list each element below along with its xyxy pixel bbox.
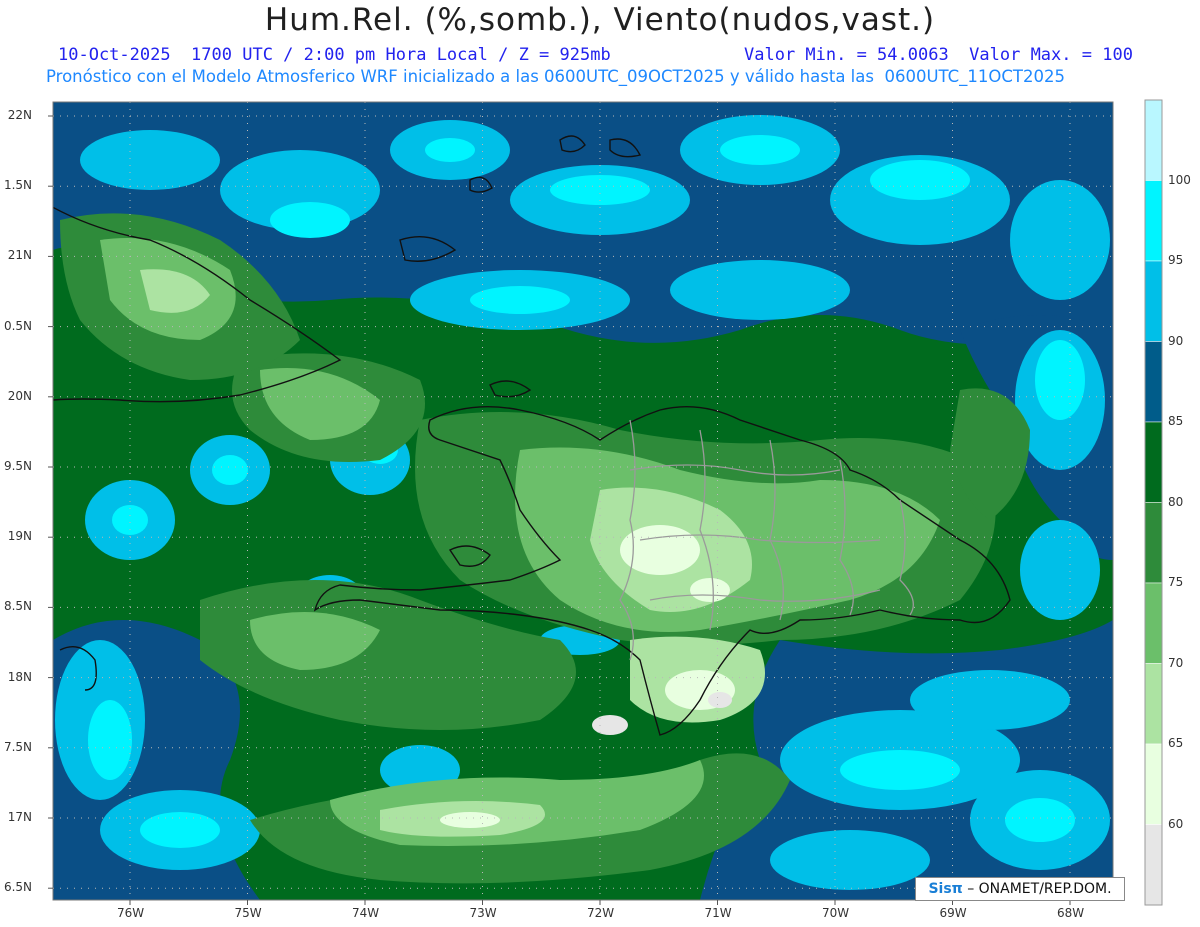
colorbar-segment <box>1144 582 1163 664</box>
valid-time-line: 10-Oct-2025 1700 UTC / 2:00 pm Hora Loca… <box>58 45 611 65</box>
latitude-label: 8.5N <box>3 599 32 614</box>
longitude-label: 68W <box>1057 906 1085 920</box>
latitude-label: 1.5N <box>3 178 32 193</box>
longitude-label: 75W <box>234 906 262 920</box>
map-title: Hum.Rel. (%,somb.), Viento(nudos,vast.) <box>264 2 936 38</box>
latitude-label: 21N <box>7 248 32 263</box>
colorbar-label: 100 <box>1168 172 1191 187</box>
colorbar-segment <box>1144 341 1163 423</box>
colorbar-label: 65 <box>1168 736 1184 750</box>
colorbar-segment <box>1144 260 1163 342</box>
latitude-label: 0.5N <box>3 318 32 333</box>
longitude-label: 70W <box>822 906 850 920</box>
colorbar-segment <box>1144 824 1163 906</box>
model-init-line: Pronóstico con el Modelo Atmosferico WRF… <box>46 67 1065 86</box>
colorbar-segment <box>1144 663 1163 745</box>
latitude-label: 9.5N <box>3 459 32 473</box>
colorbar-segment <box>1144 421 1163 503</box>
colorbar-label: 75 <box>1168 575 1184 589</box>
weather-map <box>48 99 1163 906</box>
latitude-label: 7.5N <box>3 739 32 754</box>
credit-brand: Sisπ <box>928 881 963 897</box>
credit-text: – ONAMET/REP.DOM. <box>962 881 1112 897</box>
colorbar-label: 60 <box>1168 816 1184 831</box>
latitude-label: 6.5N <box>3 880 32 895</box>
colorbar <box>1144 99 1163 906</box>
colorbar-label: 70 <box>1168 655 1184 670</box>
longitude-label: 71W <box>704 906 732 920</box>
colorbar-segment <box>1144 99 1163 181</box>
latitude-label: 17N <box>7 810 32 824</box>
longitude-label: 69W <box>939 906 967 920</box>
latitude-label: 19N <box>7 529 32 544</box>
colorbar-segment <box>1144 502 1163 584</box>
latitude-label: 18N <box>7 669 32 684</box>
colorbar-label: 95 <box>1168 253 1184 267</box>
colorbar-label: 85 <box>1168 414 1184 428</box>
colorbar-label: 80 <box>1168 494 1184 509</box>
credit-box: Sisπ – ONAMET/REP.DOM. <box>915 877 1125 901</box>
colorbar-label: 90 <box>1168 333 1184 348</box>
longitude-label: 73W <box>469 906 497 920</box>
colorbar-segment <box>1144 743 1163 825</box>
min-max-line: Valor Min. = 54.0063 Valor Max. = 100 <box>744 45 1133 65</box>
colorbar-segment <box>1144 180 1163 262</box>
latitude-label: 22N <box>7 108 32 122</box>
latitude-label: 20N <box>7 388 32 403</box>
longitude-label: 76W <box>117 906 145 920</box>
longitude-label: 72W <box>587 906 615 920</box>
longitude-label: 74W <box>352 906 380 920</box>
